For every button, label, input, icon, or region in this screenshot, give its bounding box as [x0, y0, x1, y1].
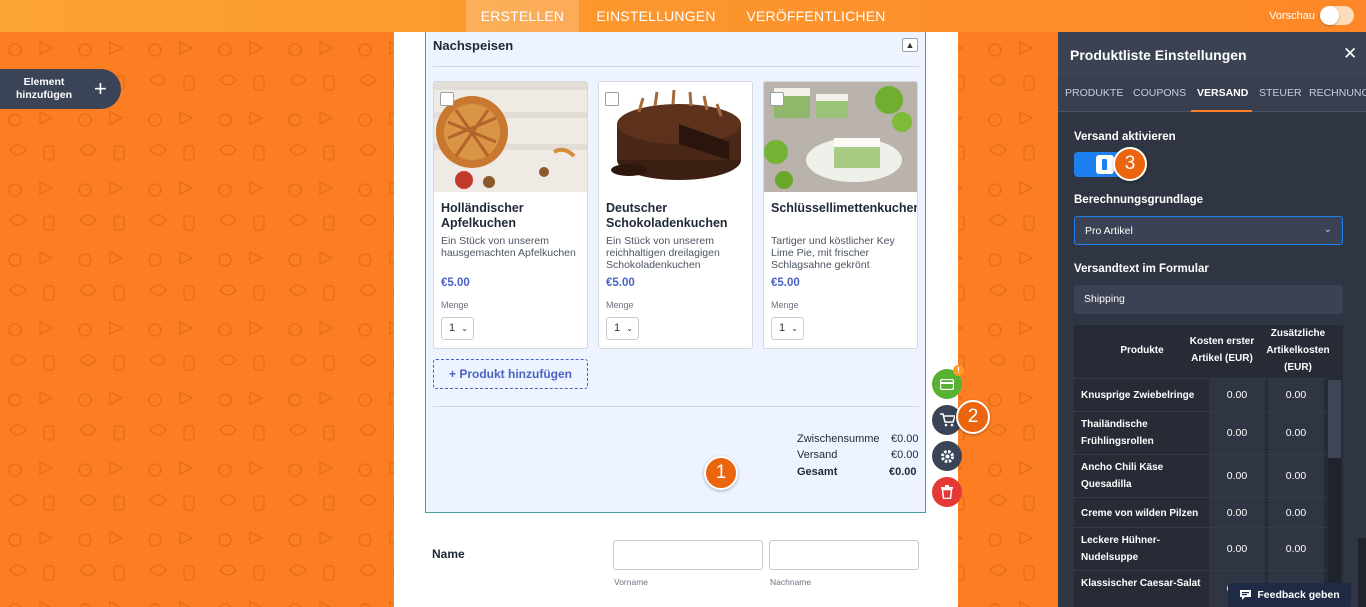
first-cost-input[interactable]: 0.00 — [1208, 528, 1265, 570]
tab-veroeffentlichen[interactable]: VERÖFFENTLICHEN — [740, 0, 892, 32]
chevron-down-icon: ⌄ — [1323, 224, 1332, 235]
trash-icon[interactable] — [932, 477, 962, 507]
collapse-icon[interactable]: ▲ — [902, 38, 918, 52]
table-row: Knusprige Zwiebelringe 0.00 0.00 — [1074, 378, 1327, 411]
table-row: Creme von wilden Pilzen 0.00 0.00 — [1074, 497, 1327, 527]
product-list-widget[interactable]: Nachspeisen ▲ Holländischer Apfelkuchen … — [425, 32, 926, 513]
feedback-label: Feedback geben — [1257, 589, 1340, 601]
product-image-limettenkuchen — [764, 82, 917, 192]
tab-erstellen[interactable]: ERSTELLEN — [466, 0, 579, 32]
top-bar: ERSTELLEN EINSTELLUNGEN VERÖFFENTLICHEN … — [0, 0, 1366, 32]
product-image-schokoladenkuchen — [599, 82, 752, 192]
chevron-down-icon: ⌄ — [791, 324, 798, 333]
first-cost-input[interactable]: 0.00 — [1208, 498, 1265, 527]
preview-toggle[interactable] — [1320, 6, 1354, 25]
additional-cost-input[interactable]: 0.00 — [1267, 528, 1324, 570]
product-card-schokoladenkuchen[interactable]: Deutscher Schokoladenkuchen Ein Stück vo… — [598, 81, 753, 349]
step-marker-1: 1 — [704, 456, 738, 490]
enable-shipping-label: Versand aktivieren — [1074, 131, 1176, 143]
tab-rechnung[interactable]: RECHNUNG — [1309, 87, 1366, 99]
product-price: €5.00 — [441, 277, 470, 289]
quantity-label: Menge — [441, 300, 469, 310]
basis-select[interactable]: Pro Artikel ⌄ — [1074, 216, 1343, 245]
plus-icon: + — [94, 76, 107, 101]
first-name-input[interactable] — [613, 540, 763, 570]
add-element-button[interactable]: Element hinzufügen + — [0, 69, 121, 109]
product-card-limettenkuchen[interactable]: Schlüssellimettenkuchen Tartiger und kös… — [763, 81, 918, 349]
last-name-sublabel: Nachname — [770, 577, 812, 587]
add-product-button[interactable]: + Produkt hinzufügen — [433, 359, 588, 389]
chevron-down-icon: ⌄ — [626, 324, 633, 333]
panel-title: Produktliste Einstellungen — [1070, 47, 1247, 63]
table-row: Thailändische Frühlingsrollen 0.00 0.00 — [1074, 411, 1327, 454]
shipping-text-input[interactable]: Shipping — [1074, 285, 1343, 314]
step-marker-3: 3 — [1113, 147, 1147, 181]
first-cost-input[interactable]: 0.00 — [1208, 379, 1265, 411]
preview-label: Vorschau — [1269, 10, 1315, 22]
tab-steuer[interactable]: STEUER — [1259, 87, 1302, 99]
chevron-down-icon: ⌄ — [461, 324, 468, 333]
gear-icon[interactable] — [932, 441, 962, 471]
additional-cost-input[interactable]: 0.00 — [1267, 412, 1324, 454]
first-name-sublabel: Vorname — [614, 577, 649, 587]
product-name: Deutscher Schokoladenkuchen — [606, 201, 728, 230]
shipping-cost-table: Produkte Kosten erster Artikel (EUR) Zus… — [1074, 325, 1343, 607]
form-canvas: Nachspeisen ▲ Holländischer Apfelkuchen … — [394, 32, 958, 607]
quantity-select[interactable]: 1 ⌄ — [606, 317, 639, 340]
total-label: Gesamt — [797, 466, 838, 478]
step-marker-2: 2 — [956, 400, 990, 434]
product-description: Tartiger und köstlicher Key Lime Pie, mi… — [771, 235, 895, 271]
category-title: Nachspeisen — [433, 38, 514, 53]
tab-versand[interactable]: VERSAND — [1197, 87, 1248, 99]
quantity-select[interactable]: 1 ⌄ — [771, 317, 804, 340]
warning-badge: ! — [953, 365, 964, 376]
product-name: Holländischer Apfelkuchen — [441, 201, 524, 230]
product-image-apfelkuchen — [434, 82, 587, 192]
additional-cost-input[interactable]: 0.00 — [1267, 455, 1324, 497]
additional-cost-input[interactable]: 0.00 — [1267, 379, 1324, 411]
quantity-label: Menge — [771, 300, 799, 310]
close-icon[interactable]: ✕ — [1343, 44, 1357, 64]
feedback-button[interactable]: Feedback geben — [1228, 583, 1351, 607]
product-description: Ein Stück von unserem hausgemachten Apfe… — [441, 235, 576, 259]
basis-label: Berechnungsgrundlage — [1074, 194, 1204, 206]
name-label: Name — [432, 547, 465, 561]
subtotal-value: €0.00 — [891, 433, 919, 445]
first-cost-input[interactable]: 0.00 — [1208, 455, 1265, 497]
table-header-additional-cost: Zusätzliche Artikelkosten (EUR) — [1266, 328, 1330, 373]
quantity-select[interactable]: 1 ⌄ — [441, 317, 474, 340]
panel-tabs: PRODUKTE COUPONS VERSAND STEUER RECHNUNG — [1058, 77, 1366, 112]
panel-scrollbar[interactable] — [1358, 538, 1366, 607]
total-value: €0.00 — [889, 466, 917, 478]
shipping-label: Versand — [797, 449, 838, 461]
first-cost-input[interactable]: 0.00 — [1208, 412, 1265, 454]
shipping-text-label: Versandtext im Formular — [1074, 263, 1209, 275]
table-scrollbar[interactable] — [1328, 380, 1341, 607]
settings-panel: Produktliste Einstellungen ✕ PRODUKTE CO… — [1058, 32, 1366, 607]
tab-coupons[interactable]: COUPONS — [1133, 87, 1186, 99]
subtotal-label: Zwischensumme — [797, 433, 880, 445]
chat-icon — [1240, 590, 1252, 600]
product-card-apfelkuchen[interactable]: Holländischer Apfelkuchen Ein Stück von … — [433, 81, 588, 349]
product-price: €5.00 — [771, 277, 800, 289]
quantity-label: Menge — [606, 300, 634, 310]
last-name-input[interactable] — [769, 540, 919, 570]
product-checkbox[interactable] — [770, 92, 784, 106]
active-tab-indicator — [1191, 110, 1252, 112]
shipping-value: €0.00 — [891, 449, 919, 461]
tab-produkte[interactable]: PRODUKTE — [1065, 87, 1123, 99]
product-price: €5.00 — [606, 277, 635, 289]
table-row: Leckere Hühner-Nudelsuppe 0.00 0.00 — [1074, 527, 1327, 570]
additional-cost-input[interactable]: 0.00 — [1267, 498, 1324, 527]
panel-header: Produktliste Einstellungen ✕ — [1058, 32, 1366, 77]
table-row: Ancho Chili Käse Quesadilla 0.00 0.00 — [1074, 454, 1327, 497]
product-checkbox[interactable] — [605, 92, 619, 106]
table-header-first-cost: Kosten erster Artikel (EUR) — [1189, 336, 1255, 364]
product-checkbox[interactable] — [440, 92, 454, 106]
product-description: Ein Stück von unserem reichhaltigen drei… — [606, 235, 720, 271]
tab-einstellungen[interactable]: EINSTELLUNGEN — [586, 0, 726, 32]
add-element-label: Element hinzufügen — [16, 76, 72, 101]
product-name: Schlüssellimettenkuchen — [771, 201, 918, 215]
